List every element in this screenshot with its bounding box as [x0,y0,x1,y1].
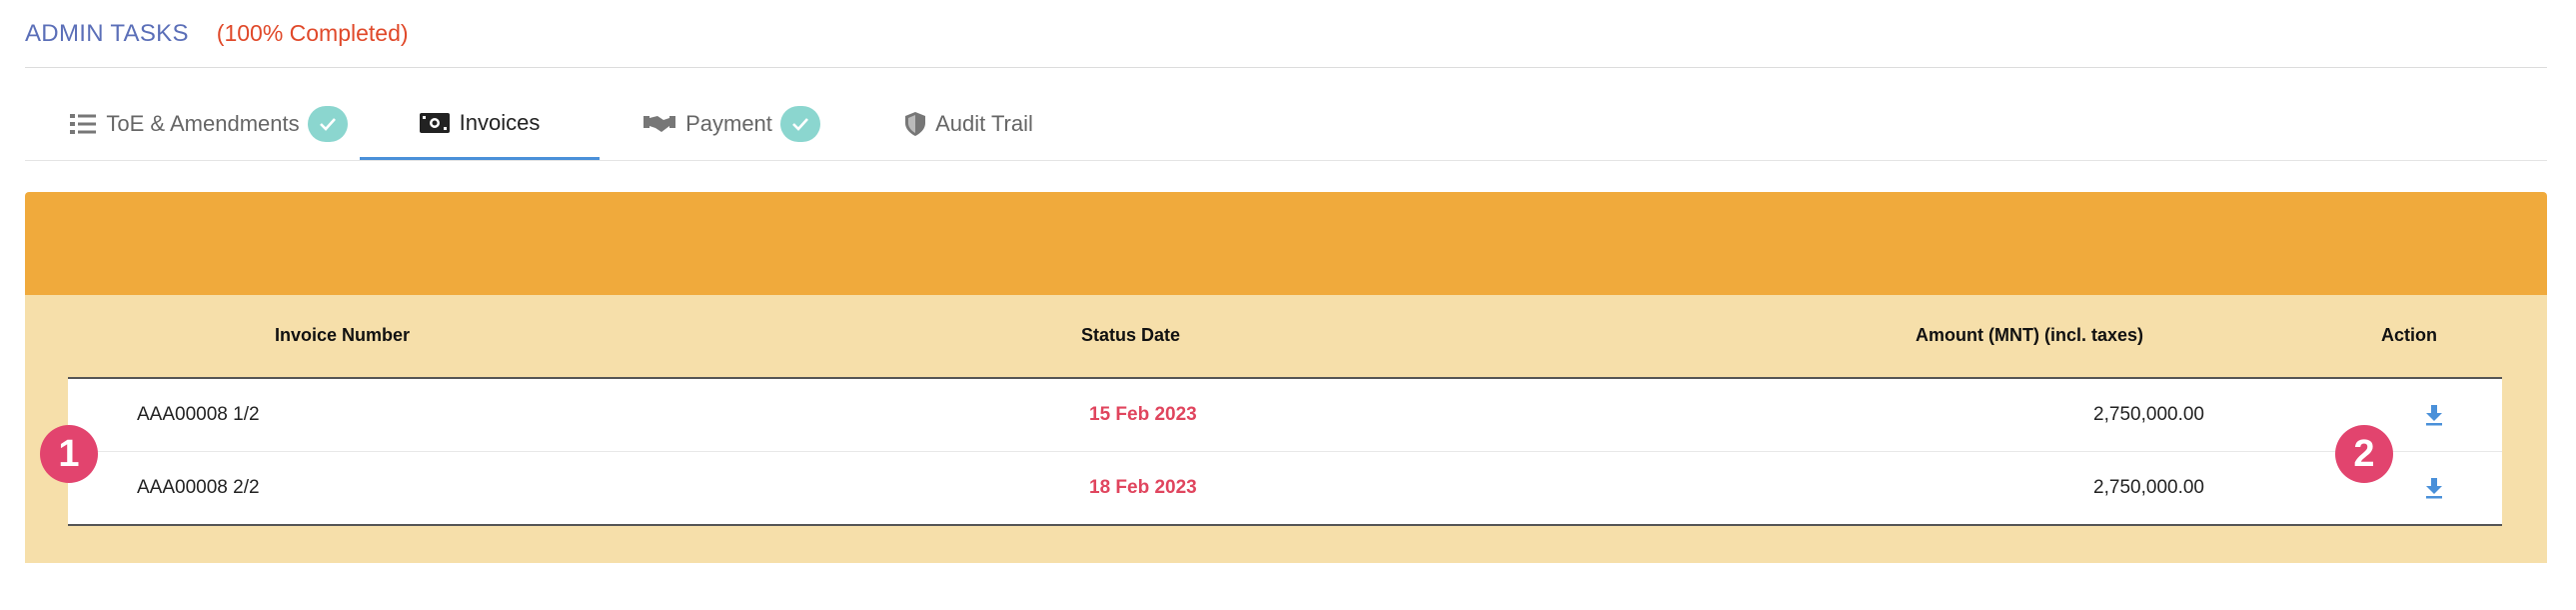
column-header-invoice-number: Invoice Number [275,325,411,345]
tab-bar: ToE & Amendments Invoices Payment Audit … [25,88,2547,161]
money-bill-icon [419,112,450,133]
check-icon [779,106,820,142]
tab-label: Audit Trail [935,111,1033,136]
download-icon[interactable] [2424,379,2444,451]
tab-label: Payment [685,111,772,136]
marker-badge-1: 1 [40,425,98,483]
check-icon [307,106,348,142]
invoices-table: AAA00008 1/2 15 Feb 2023 2,750,000.00 AA… [68,377,2502,526]
table-row: AAA00008 2/2 18 Feb 2023 2,750,000.00 [68,451,2502,524]
tab-audit-trail[interactable]: Audit Trail [884,88,1054,160]
tab-invoices[interactable]: Invoices [360,88,600,160]
table-row: AAA00008 1/2 15 Feb 2023 2,750,000.00 [68,379,2502,451]
completion-status: (100% Completed) [216,20,409,46]
tab-payment[interactable]: Payment [625,88,839,160]
column-header-status-date: Status Date [1081,325,1181,345]
status-date: 15 Feb 2023 [1089,404,1197,425]
download-icon[interactable] [2424,452,2444,524]
invoice-amount: 2,750,000.00 [2093,404,2204,425]
handshake-icon [644,114,676,134]
admin-tasks-page: ADMIN TASKS (100% Completed) ToE & Amend… [0,0,2576,610]
page-title: ADMIN TASKS [25,19,189,47]
column-header-amount: Amount (MNT) (incl. taxes) [1916,325,2143,345]
list-icon [70,113,97,135]
invoice-number: AAA00008 2/2 [137,477,260,498]
status-date: 18 Feb 2023 [1089,477,1197,498]
invoice-amount: 2,750,000.00 [2093,477,2204,498]
tab-label: ToE & Amendments [106,111,300,136]
admin-tasks-header: ADMIN TASKS (100% Completed) [25,0,2547,68]
invoices-banner [25,192,2547,295]
column-header-action: Action [2381,325,2437,345]
tab-toe-amendments[interactable]: ToE & Amendments [59,88,359,160]
marker-badge-2: 2 [2335,425,2393,483]
shield-icon [905,112,926,136]
invoice-number: AAA00008 1/2 [137,404,260,425]
tab-label: Invoices [459,109,541,135]
